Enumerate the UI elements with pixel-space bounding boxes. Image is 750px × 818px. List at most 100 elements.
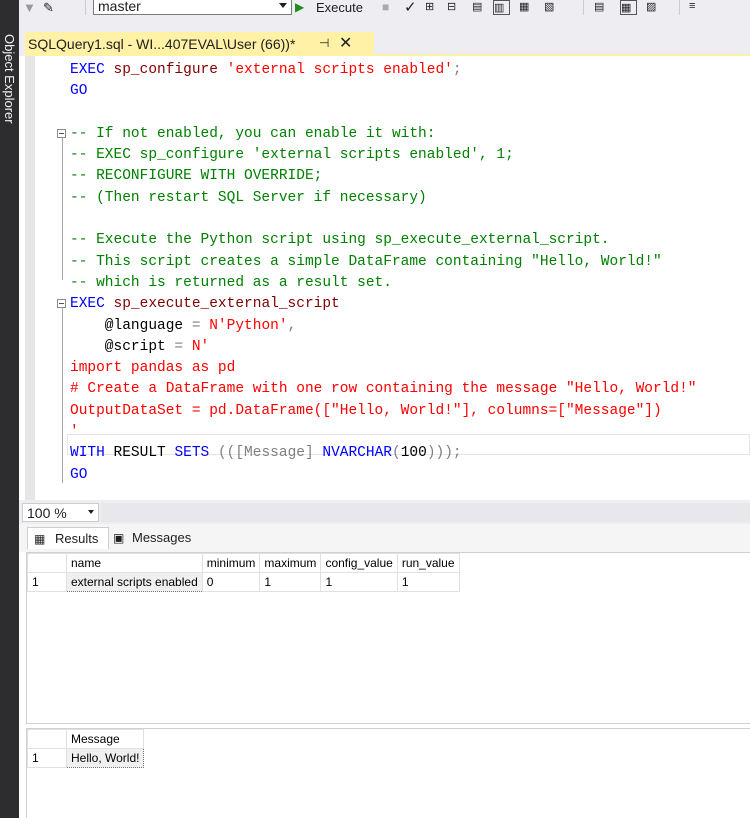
row-number[interactable]: 1 [27, 572, 67, 592]
object-explorer-label[interactable]: Object Explorer [2, 34, 17, 124]
code-line[interactable]: -- Execute the Python script using sp_ex… [70, 230, 697, 251]
column-header[interactable]: Message [65, 729, 145, 749]
results-table-1: name minimum maximum config_value run_value … [27, 553, 460, 592]
code-line[interactable]: GO [70, 465, 697, 486]
results-file-icon[interactable]: ▦ [620, 0, 637, 15]
code-line[interactable]: -- RECONFIGURE WITH OVERRIDE; [70, 166, 697, 187]
code-token: ( [392, 445, 401, 462]
play-icon[interactable]: ▶ [295, 0, 304, 17]
code-line[interactable]: EXEC sp_execute_external_script [70, 294, 697, 315]
query-designer-icon[interactable]: ⊟ [447, 0, 464, 15]
code-token: -- If not enabled, you can enable it wit… [70, 125, 436, 142]
query-editor[interactable]: EXEC sp_configure 'external scripts enab… [19, 56, 750, 500]
table-row[interactable]: 1 Hello, World! [27, 748, 145, 768]
code-line[interactable]: import pandas as pd [70, 358, 697, 379]
table-row[interactable]: 1 external scripts enabled 0 1 1 1 [27, 572, 460, 592]
code-line[interactable]: @script = N' [70, 337, 697, 358]
code-line[interactable]: -- (Then restart SQL Server if necessary… [70, 188, 697, 209]
code-token: 100 [400, 445, 427, 462]
row-header-corner [27, 553, 67, 573]
code-token: ))); [426, 445, 462, 462]
column-header[interactable]: run_value [396, 553, 460, 573]
column-header[interactable]: maximum [259, 553, 322, 573]
column-header[interactable]: name [66, 553, 203, 573]
object-explorer-panel[interactable]: Object Explorer [0, 0, 19, 818]
toolbar-separator [679, 0, 680, 15]
code-line[interactable]: -- This script creates a simple DataFram… [70, 252, 697, 273]
database-select-value: master [98, 0, 141, 14]
table-cell[interactable]: 1 [259, 572, 322, 592]
code-token: EXEC [70, 62, 114, 78]
results-table-2: Message 1 Hello, World! [27, 729, 145, 768]
code-token: , [287, 317, 297, 334]
table-cell[interactable]: 1 [396, 572, 460, 592]
table-cell[interactable]: 1 [320, 572, 398, 592]
table-header-row: Message [27, 729, 145, 749]
results-text-icon[interactable]: ▧ [544, 0, 561, 15]
code-token: (([Message] [217, 445, 323, 462]
messages-icon: ▣ [113, 531, 125, 545]
client-stats-icon[interactable]: ▦ [519, 0, 536, 15]
connect-icon[interactable]: ✎ [43, 0, 60, 15]
code-line[interactable]: -- EXEC sp_configure 'external scripts e… [70, 145, 697, 166]
code-line[interactable]: WITH RESULT SETS (([Message] NVARCHAR(10… [70, 443, 697, 464]
editor-status-bar: 100 % [19, 500, 750, 524]
column-header[interactable]: config_value [320, 553, 398, 573]
table-cell[interactable]: 0 [201, 572, 261, 592]
code-line[interactable]: EXEC sp_configure 'external scripts enab… [70, 60, 697, 81]
code-token: 'external scripts enabled' [226, 62, 453, 78]
tab-messages[interactable]: ▣ Messages [107, 527, 200, 549]
code-token: GO [70, 83, 88, 100]
code-token: # Create a DataFrame with one row contai… [70, 381, 697, 398]
results-grid-icon[interactable]: ▤ [594, 0, 611, 15]
fold-guide [62, 308, 63, 483]
code-line[interactable]: # Create a DataFrame with one row contai… [70, 379, 697, 400]
column-header[interactable]: minimum [201, 553, 261, 573]
chevron-down-icon [279, 3, 287, 8]
execute-button[interactable]: Execute [316, 0, 363, 17]
code-token: EXEC [70, 296, 114, 313]
comment-icon[interactable]: ▨ [646, 0, 663, 15]
horizontal-scrollbar[interactable] [101, 503, 750, 522]
code-token: -- which is returned as a result set. [70, 274, 392, 291]
code-token: OutputDataSet = pd.DataFrame(["Hello, Wo… [70, 402, 662, 419]
indent-icon[interactable]: ≡ [689, 0, 706, 15]
code-line[interactable]: ' [70, 422, 697, 443]
code-line[interactable]: @language = N'Python', [70, 316, 697, 337]
row-number[interactable]: 1 [27, 748, 67, 768]
tab-results[interactable]: ▦ Results [27, 527, 109, 549]
filter-icon[interactable]: ▼ [23, 0, 40, 15]
stop-icon[interactable]: ■ [382, 0, 389, 17]
parse-checkmark-icon[interactable]: ✓ [404, 0, 417, 17]
pin-icon[interactable]: ⊣ [319, 36, 329, 50]
close-icon[interactable]: ✕ [339, 33, 352, 53]
results-grid-2[interactable]: Message 1 Hello, World! [26, 728, 750, 818]
include-plan-icon[interactable]: ▤ [472, 0, 489, 15]
document-tab[interactable]: SQLQuery1.sql - WI...407EVAL\User (66))*… [25, 32, 374, 56]
code-line[interactable]: -- which is returned as a result set. [70, 273, 697, 294]
code-token: sp_execute_external_script [113, 296, 340, 313]
collapse-icon[interactable] [57, 299, 66, 308]
collapse-icon[interactable] [57, 129, 66, 138]
code-text[interactable]: EXEC sp_configure 'external scripts enab… [70, 60, 697, 486]
code-token: = [191, 317, 210, 334]
table-cell[interactable]: Hello, World! [65, 748, 145, 768]
code-line[interactable]: -- If not enabled, you can enable it wit… [70, 124, 697, 145]
execution-plan-icon[interactable]: ⊞ [425, 0, 442, 15]
database-select[interactable]: master [93, 0, 292, 15]
code-token: WITH [70, 445, 114, 462]
table-cell[interactable]: external scripts enabled [66, 572, 203, 592]
zoom-value: 100 % [27, 505, 67, 521]
results-grid-1[interactable]: name minimum maximum config_value run_value … [26, 552, 750, 724]
zoom-select[interactable]: 100 % [22, 503, 99, 522]
query-toolbar: ▼ ✎ master ▶ Execute ■ ✓ ⊞ ⊟ ▤ ▥ ▦ ▧ ▤ ▦… [19, 0, 750, 17]
results-to-icon[interactable]: ▥ [493, 0, 510, 15]
code-line[interactable]: GO [70, 81, 697, 102]
toolbar-separator [583, 0, 584, 15]
code-line[interactable]: OutputDataSet = pd.DataFrame(["Hello, Wo… [70, 401, 697, 422]
toolbar-separator [85, 0, 86, 15]
code-token: -- This script creates a simple DataFram… [70, 253, 662, 270]
code-line[interactable] [70, 103, 697, 124]
code-token: -- RECONFIGURE WITH OVERRIDE; [70, 168, 323, 185]
code-line[interactable] [70, 209, 697, 230]
